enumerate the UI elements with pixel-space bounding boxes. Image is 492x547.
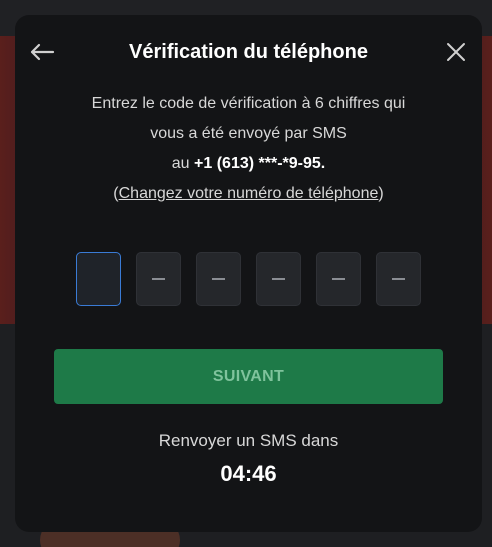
code-digit-4[interactable] <box>256 252 301 306</box>
resend-timer: 04:46 <box>220 461 277 486</box>
back-button[interactable] <box>27 37 57 67</box>
instruction-line-3: au +1 (613) ***-*9-95. <box>35 149 462 179</box>
instruction-prefix: au <box>171 155 195 172</box>
close-icon <box>447 43 465 61</box>
code-digit-2[interactable] <box>136 252 181 306</box>
placeholder-dash <box>392 278 405 280</box>
paren-close: ) <box>378 185 384 202</box>
verification-instructions: Entrez le code de vérification à 6 chiff… <box>35 89 462 209</box>
verification-code-inputs <box>76 252 422 306</box>
change-phone-number-link[interactable]: Changez votre numéro de téléphone <box>119 185 379 202</box>
close-button[interactable] <box>441 37 471 67</box>
instruction-line-2: vous a été envoyé par SMS <box>150 125 347 142</box>
change-number-line: (Changez votre numéro de téléphone) <box>35 179 462 209</box>
arrow-left-icon <box>30 43 55 61</box>
phone-number: +1 (613) ***-*9-95. <box>194 155 326 172</box>
code-digit-3[interactable] <box>196 252 241 306</box>
code-digit-6[interactable] <box>376 252 421 306</box>
instruction-line-1: Entrez le code de vérification à 6 chiff… <box>91 95 406 112</box>
placeholder-dash <box>332 278 345 280</box>
placeholder-dash <box>272 278 285 280</box>
code-digit-1[interactable] <box>76 252 121 306</box>
modal-title: Vérification du téléphone <box>129 41 368 63</box>
code-digit-5[interactable] <box>316 252 361 306</box>
phone-verification-modal: Vérification du téléphone Entrez le code… <box>15 15 482 532</box>
resend-sms-label: Renvoyer un SMS dans <box>158 431 339 450</box>
placeholder-dash <box>152 278 165 280</box>
placeholder-dash <box>212 278 225 280</box>
submit-button[interactable]: SUIVANT <box>54 349 443 404</box>
